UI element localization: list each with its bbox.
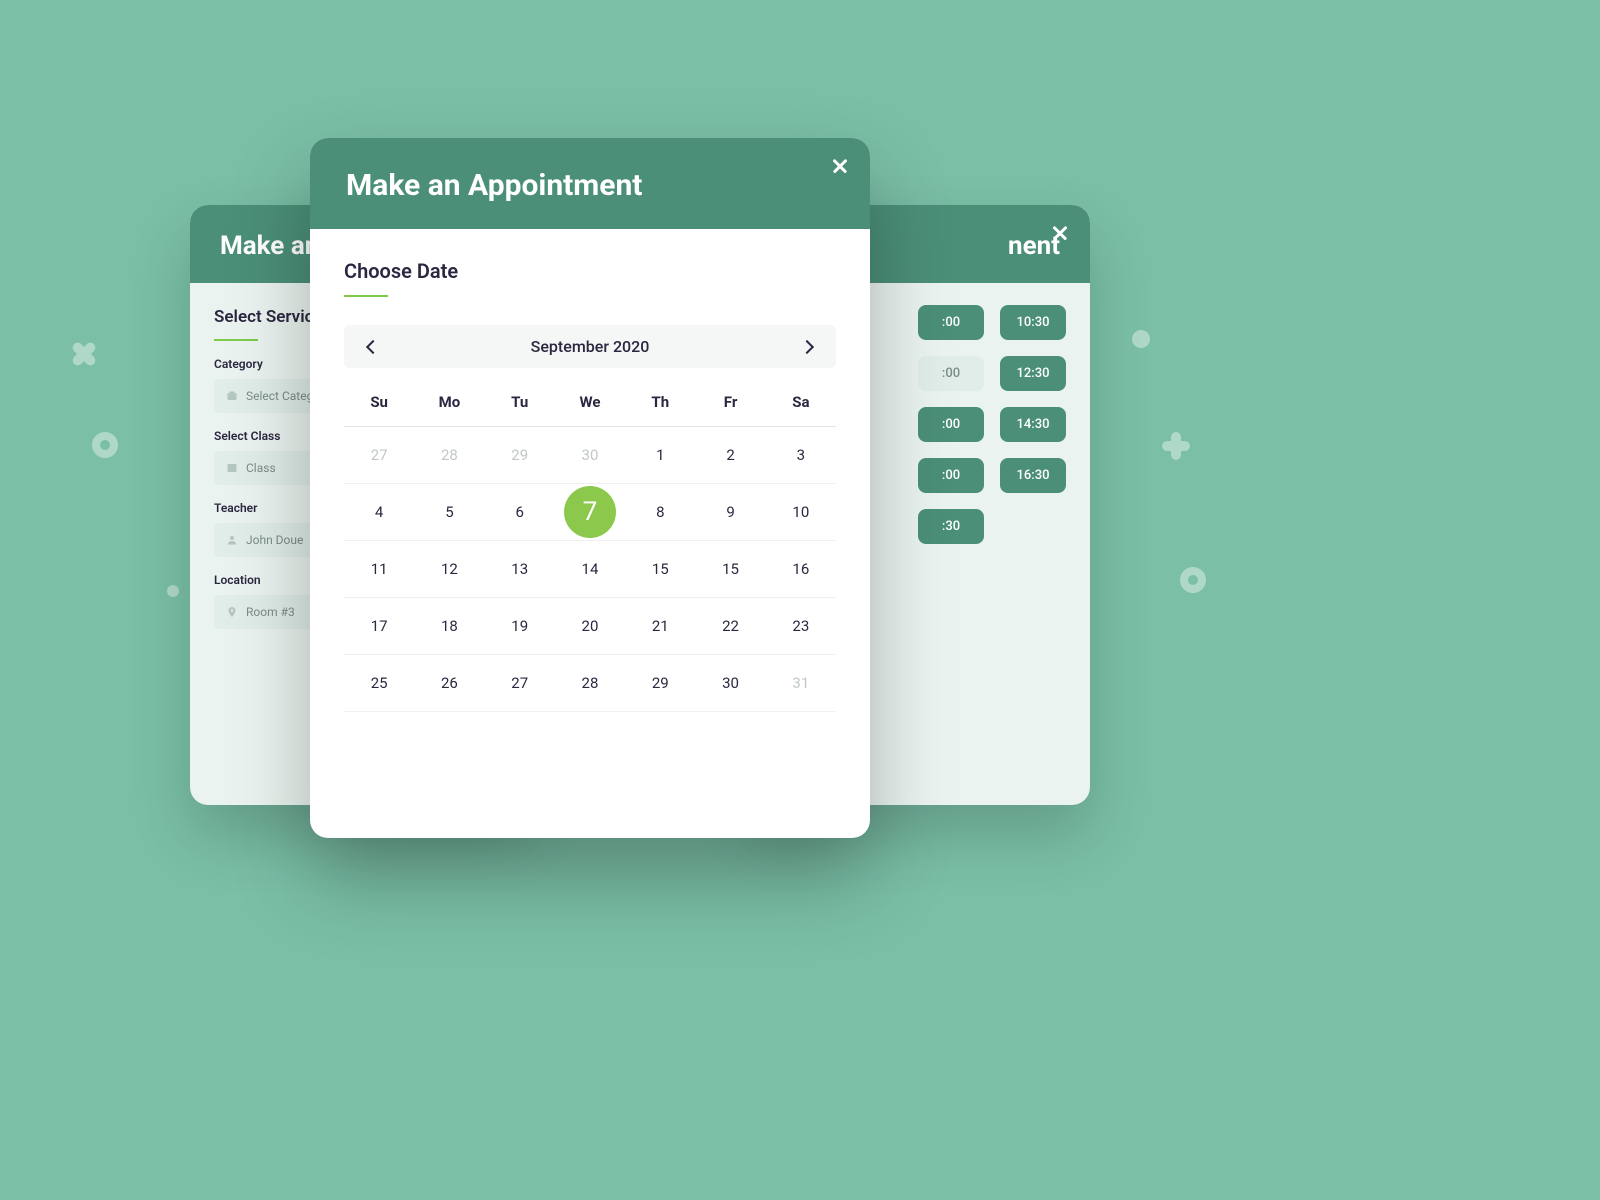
- calendar-weekday: Sa: [766, 378, 836, 426]
- calendar-day[interactable]: 4: [344, 484, 414, 540]
- calendar-weekday: We: [555, 378, 625, 426]
- card-title: Make an Appointment: [346, 168, 834, 203]
- time-slot[interactable]: :00: [918, 407, 984, 442]
- calendar-day[interactable]: 15: [625, 541, 695, 597]
- calendar-day[interactable]: 30: [555, 427, 625, 483]
- calendar-day[interactable]: 7: [555, 484, 625, 540]
- location-value: Room #3: [246, 605, 295, 619]
- calendar-day[interactable]: 16: [766, 541, 836, 597]
- calendar-month-label: September 2020: [531, 337, 650, 356]
- calendar-day[interactable]: 14: [555, 541, 625, 597]
- calendar-day[interactable]: 3: [766, 427, 836, 483]
- teacher-value: John Doue: [246, 533, 303, 547]
- calendar-day[interactable]: 27: [485, 655, 555, 711]
- calendar-day[interactable]: 29: [625, 655, 695, 711]
- calendar-day[interactable]: 13: [485, 541, 555, 597]
- calendar-day[interactable]: 5: [414, 484, 484, 540]
- calendar-weekday: Su: [344, 378, 414, 426]
- close-icon[interactable]: [830, 156, 850, 176]
- calendar-weekday: Th: [625, 378, 695, 426]
- date-card: Make an Appointment Choose Date Septembe…: [310, 138, 870, 838]
- calendar-day[interactable]: 18: [414, 598, 484, 654]
- time-slot[interactable]: 14:30: [1000, 407, 1066, 442]
- calendar-day[interactable]: 8: [625, 484, 695, 540]
- calendar-day[interactable]: 26: [414, 655, 484, 711]
- time-slot[interactable]: 10:30: [1000, 305, 1066, 340]
- calendar-nav: September 2020: [344, 325, 836, 368]
- calendar-day[interactable]: 15: [695, 541, 765, 597]
- calendar-day[interactable]: 12: [414, 541, 484, 597]
- chevron-left-icon[interactable]: [362, 338, 380, 356]
- calendar-day[interactable]: 23: [766, 598, 836, 654]
- person-icon: [226, 534, 238, 546]
- decoration-ring-icon: [92, 432, 118, 458]
- calendar-day[interactable]: 10: [766, 484, 836, 540]
- calendar-day[interactable]: 11: [344, 541, 414, 597]
- time-slot[interactable]: 16:30: [1000, 458, 1066, 493]
- time-slot[interactable]: :00: [918, 458, 984, 493]
- decoration-dot-icon: [167, 585, 179, 597]
- time-slot[interactable]: :00: [918, 356, 984, 391]
- close-icon[interactable]: [1050, 223, 1070, 243]
- calendar-day[interactable]: 27: [344, 427, 414, 483]
- calendar-day[interactable]: 29: [485, 427, 555, 483]
- calendar-day[interactable]: 6: [485, 484, 555, 540]
- accent-line: [214, 339, 258, 341]
- category-icon: [226, 390, 238, 402]
- time-slot[interactable]: :00: [918, 305, 984, 340]
- calendar-weekday: Mo: [414, 378, 484, 426]
- chevron-right-icon[interactable]: [800, 338, 818, 356]
- class-icon: [226, 462, 238, 474]
- calendar-day[interactable]: 28: [414, 427, 484, 483]
- calendar-weekday: Tu: [485, 378, 555, 426]
- section-title: Choose Date: [344, 259, 836, 283]
- card-header: Make an Appointment: [310, 138, 870, 229]
- decoration-plus-icon: [1162, 432, 1190, 460]
- decoration-dot-icon: [1132, 330, 1150, 348]
- decoration-x-icon: [70, 340, 98, 368]
- decoration-ring-icon: [1180, 567, 1206, 593]
- calendar-day[interactable]: 19: [485, 598, 555, 654]
- time-slot[interactable]: 12:30: [1000, 356, 1066, 391]
- calendar-day[interactable]: 22: [695, 598, 765, 654]
- calendar-day[interactable]: 31: [766, 655, 836, 711]
- time-slot[interactable]: :30: [918, 509, 984, 544]
- calendar-day[interactable]: 28: [555, 655, 625, 711]
- class-value: Class: [246, 461, 276, 475]
- calendar-day[interactable]: 9: [695, 484, 765, 540]
- pin-icon: [226, 606, 238, 618]
- calendar-day[interactable]: 1: [625, 427, 695, 483]
- calendar-grid: SuMoTuWeThFrSa27282930123456789101112131…: [344, 378, 836, 712]
- calendar-day[interactable]: 17: [344, 598, 414, 654]
- calendar-day[interactable]: 30: [695, 655, 765, 711]
- calendar-day[interactable]: 20: [555, 598, 625, 654]
- accent-line: [344, 295, 388, 297]
- calendar-day[interactable]: 2: [695, 427, 765, 483]
- calendar-weekday: Fr: [695, 378, 765, 426]
- calendar-day[interactable]: 25: [344, 655, 414, 711]
- calendar-day[interactable]: 21: [625, 598, 695, 654]
